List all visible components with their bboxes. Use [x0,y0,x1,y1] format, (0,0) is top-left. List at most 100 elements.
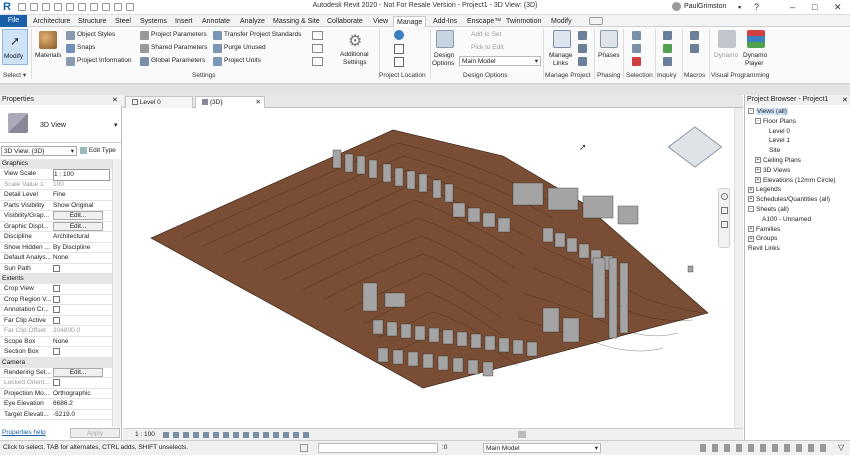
tab-twinmotion[interactable]: Twinmotion [503,16,544,27]
close-button[interactable]: ✕ [834,2,842,12]
collapse-icon[interactable]: - [755,118,761,125]
project-units-button[interactable]: Project Units [224,57,261,65]
checkbox[interactable] [53,316,60,324]
expand-icon[interactable]: + [748,235,754,242]
select-by-id-icon[interactable] [663,44,672,53]
design-option-dropdown[interactable]: Main Model ▾ [483,443,601,453]
property-row[interactable]: Parts Visibility Show Original [0,201,112,211]
tab-modify[interactable]: Modify [548,16,575,27]
property-value[interactable] [53,378,110,388]
additional-settings-button[interactable]: ⚙ Additional Settings [338,29,374,69]
apply-button[interactable]: Apply [70,428,120,438]
property-row[interactable]: Scope Box None [0,337,112,347]
expand-icon[interactable]: + [755,157,761,164]
property-value[interactable]: 100 [53,180,110,190]
tab-collaborate[interactable]: Collaborate [324,16,366,27]
property-value[interactable]: By Discipline [53,243,110,253]
maximize-button[interactable]: □ [812,2,817,12]
property-value[interactable]: 6686.2 [53,399,110,409]
3d-viewport[interactable]: ➚ [123,108,743,428]
edit-button[interactable]: Edit... [53,367,103,377]
property-value[interactable]: -5219.0 [53,410,110,420]
checkbox[interactable] [53,285,60,293]
browser-node[interactable]: + Schedules/Quantities (all) [748,195,830,204]
location-icon[interactable] [394,30,404,40]
browser-node[interactable]: - Views (all) [748,107,788,116]
property-row[interactable]: Rendering Set... Edit... [0,367,112,378]
edit-type-button[interactable]: Edit Type [80,146,116,156]
purge-unused-button[interactable]: Purge Unused [224,44,266,52]
browser-node[interactable]: + Groups [748,234,777,243]
tab-steel[interactable]: Steel [112,16,134,27]
properties-help-link[interactable]: Properties help [2,429,46,436]
browser-node[interactable]: Revit Links [748,244,780,253]
minimize-button[interactable]: – [790,2,795,12]
close-icon[interactable]: ✕ [112,96,118,104]
checkbox[interactable] [53,264,60,272]
checkbox[interactable] [53,295,60,303]
properties-scrollbar[interactable] [112,159,121,427]
cart-icon[interactable]: ▪ [738,2,741,12]
property-row[interactable]: Far Clip Offset 304800.0 [0,326,112,337]
checkbox[interactable] [53,306,60,314]
save-selection-icon[interactable] [632,31,641,40]
tab-systems[interactable]: Systems [137,16,170,27]
snaps-button[interactable]: Snaps [77,44,95,52]
property-row[interactable]: View Scale 1 : 100 [0,169,112,181]
manage-links-button[interactable]: Manage Links [548,29,576,69]
pick-to-edit-button[interactable]: Pick to Edit [471,44,504,52]
dynamo-button[interactable]: Dynamo [713,29,741,69]
project-information-button[interactable]: Project Information [77,57,132,65]
dynamo-player-button[interactable]: Dynamo Player [741,29,771,69]
tab-analyze[interactable]: Analyze [237,16,268,27]
tab-file[interactable]: File [0,15,27,27]
edit-button[interactable]: Edit... [53,211,103,220]
ribbon-toggle-icon[interactable] [589,17,603,25]
property-row[interactable]: Eye Elevation 6686.2 [0,399,112,410]
tab-architecture[interactable]: Architecture [30,16,73,27]
tab-level-0[interactable]: Level 0 [125,96,193,108]
checkbox[interactable] [53,348,60,356]
zoom-icon[interactable] [721,207,728,214]
property-value[interactable] [53,316,110,326]
expand-icon[interactable]: + [748,225,754,232]
property-value[interactable] [53,305,110,315]
property-row[interactable]: Graphic Displ... Edit... [0,221,112,232]
property-row[interactable]: Sun Path [0,264,112,274]
view-controls-icons[interactable] [163,432,313,438]
property-row[interactable]: Detail Level Fine [0,190,112,201]
property-row[interactable]: Target Elevati... -5219.0 [0,410,112,420]
design-options-button[interactable]: Design Options [432,29,458,69]
tab-view[interactable]: View [370,16,391,27]
section-graphics[interactable]: Graphics [0,159,112,169]
steering-wheel-icon[interactable] [721,193,728,200]
browser-node[interactable]: + Ceiling Plans [755,156,801,165]
browser-node[interactable]: + Legends [748,185,781,194]
close-icon[interactable]: ✕ [842,96,848,104]
ids-of-selection-icon[interactable] [663,31,672,40]
property-value[interactable] [53,295,110,305]
property-value[interactable] [53,284,110,294]
property-row[interactable]: Default Analys... None [0,253,112,264]
user-avatar[interactable] [672,2,681,11]
tab-annotate[interactable]: Annotate [199,16,233,27]
browser-node[interactable]: +3D Views [755,166,790,175]
starting-view-icon[interactable] [578,44,587,53]
browser-node[interactable]: Level 1 [769,136,790,145]
navigation-bar[interactable] [718,188,730,248]
collapse-icon[interactable]: - [748,108,754,115]
property-row[interactable]: Discipline Architectural [0,232,112,243]
property-row[interactable]: Crop View [0,284,112,295]
decal-types-icon[interactable] [578,57,587,66]
expand-icon[interactable]: + [748,186,754,193]
tab-massing-site[interactable]: Massing & Site [270,16,323,27]
property-row[interactable]: Crop Region V... [0,295,112,305]
tab-add-ins[interactable]: Add-Ins [430,16,460,27]
property-row[interactable]: Section Box [0,347,112,358]
property-value[interactable]: 304800.0 [53,326,110,336]
browser-node[interactable]: - Floor Plans [755,117,796,126]
property-value[interactable]: Architectural [53,232,110,242]
materials-button[interactable]: Materials [34,29,62,67]
workset-dropdown[interactable] [318,443,438,453]
main-model-dropdown[interactable]: Main Model ▾ [459,56,541,66]
